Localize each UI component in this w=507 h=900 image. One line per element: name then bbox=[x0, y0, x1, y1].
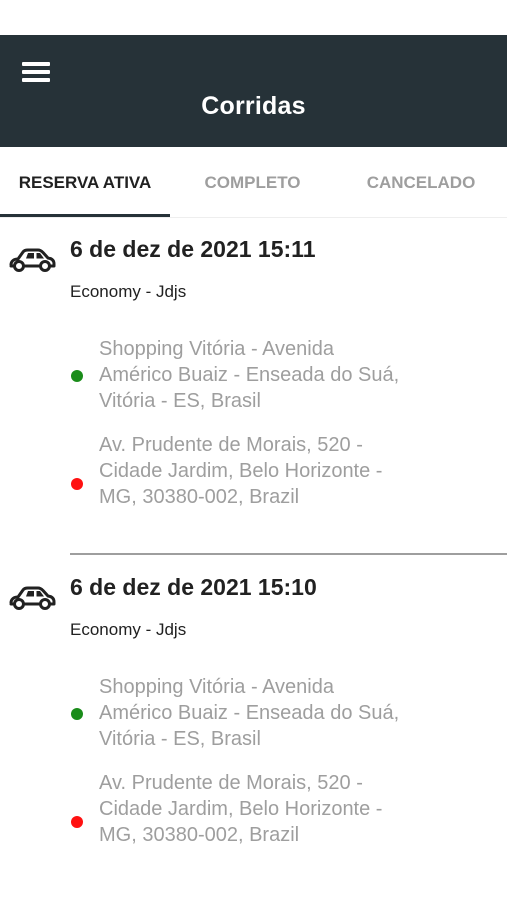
pickup-address: Shopping Vitória - Avenida Américo Buaiz… bbox=[99, 338, 400, 412]
trip-item[interactable]: 6 de dez de 2021 15:11 Economy - Jdjs Sh… bbox=[0, 218, 507, 556]
tab-completo[interactable]: COMPLETO bbox=[170, 147, 335, 217]
car-icon bbox=[9, 586, 56, 610]
active-tab-indicator bbox=[0, 214, 170, 217]
app-bar bbox=[0, 35, 507, 147]
dropoff-dot-icon bbox=[71, 478, 83, 490]
trip-list[interactable]: 6 de dez de 2021 15:11 Economy - Jdjs Sh… bbox=[0, 218, 507, 864]
trip-vehicle: Economy - Jdjs bbox=[70, 620, 187, 639]
trip-item[interactable]: 6 de dez de 2021 15:10 Economy - Jdjs Sh… bbox=[0, 556, 507, 864]
page-title: Corridas bbox=[201, 92, 306, 120]
bottom-safe-area bbox=[0, 864, 507, 900]
divider bbox=[70, 553, 507, 555]
pickup-dot-icon bbox=[71, 370, 83, 382]
dropoff-address: Av. Prudente de Morais, 520 - Cidade Jar… bbox=[99, 772, 383, 846]
trip-vehicle: Economy - Jdjs bbox=[70, 282, 187, 301]
status-bar bbox=[0, 0, 507, 35]
trip-date: 6 de dez de 2021 15:10 bbox=[70, 574, 317, 600]
car-icon bbox=[9, 248, 56, 272]
dropoff-address: Av. Prudente de Morais, 520 - Cidade Jar… bbox=[99, 434, 383, 508]
tab-bar: RESERVA ATIVA COMPLETO CANCELADO bbox=[0, 147, 507, 218]
tab-cancelado[interactable]: CANCELADO bbox=[335, 147, 507, 217]
trip-date: 6 de dez de 2021 15:11 bbox=[70, 236, 316, 262]
menu-button[interactable] bbox=[14, 56, 58, 96]
tab-reserva-ativa[interactable]: RESERVA ATIVA bbox=[0, 147, 170, 217]
dropoff-dot-icon bbox=[71, 816, 83, 828]
pickup-address: Shopping Vitória - Avenida Américo Buaiz… bbox=[99, 676, 400, 750]
pickup-dot-icon bbox=[71, 708, 83, 720]
